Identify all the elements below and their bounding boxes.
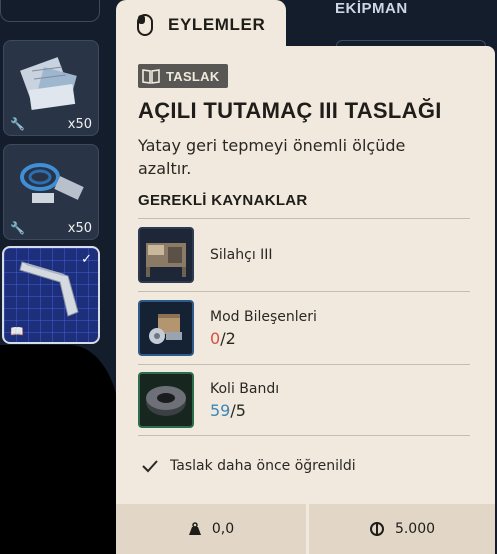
requirement-row: Silahçı III [138, 227, 470, 287]
inventory-slot[interactable]: 🔧 x50 [3, 144, 99, 240]
have-count: 0 [210, 329, 221, 348]
need-count: /2 [220, 329, 236, 348]
blueprint-book-icon: 📖 [10, 325, 24, 338]
requirement-row: Koli Bandı 59/5 [138, 372, 470, 432]
price-value: 5.000 [394, 521, 436, 537]
need-count: /5 [230, 401, 246, 420]
requirement-name: Koli Bandı [210, 381, 280, 397]
have-count: 59 [210, 401, 231, 420]
equipment-header: EKİPMAN [335, 0, 408, 17]
divider [138, 291, 470, 292]
wrench-icon: 🔧 [10, 221, 25, 235]
badge-label: TASLAK [166, 68, 220, 84]
actions-tab[interactable]: EYLEMLER [116, 0, 286, 50]
inventory-slot-selected[interactable]: ✓ 📖 [2, 246, 100, 344]
requirement-name: Silahçı III [210, 247, 273, 263]
duct-tape-icon [138, 372, 194, 428]
mod-components-icon [138, 300, 194, 356]
requirement-count: 0/2 [210, 329, 236, 348]
divider [138, 218, 470, 219]
item-title: AÇILI TUTAMAÇ III TASLAĞI [138, 98, 442, 123]
item-tooltip: TASLAK AÇILI TUTAMAÇ III TASLAĞI Yatay g… [116, 46, 495, 554]
check-icon [142, 460, 158, 473]
divider [138, 364, 470, 365]
requirement-row: Mod Bileşenleri 0/2 [138, 300, 470, 360]
learned-check-icon: ✓ [81, 252, 92, 267]
wrench-icon: 🔧 [10, 117, 25, 131]
actions-tab-label: EYLEMLER [168, 15, 266, 34]
learned-text: Taslak daha önce öğrenildi [170, 458, 356, 474]
inventory-top-slot[interactable] [0, 0, 100, 22]
workbench-icon [138, 227, 194, 283]
item-description: Yatay geri tepmeyi önemli ölçüde azaltır… [138, 136, 406, 178]
item-footer: 0,0 5.000 [116, 504, 495, 554]
slot-quantity: x50 [67, 221, 92, 236]
weight-cell: 0,0 [116, 504, 306, 554]
inventory-slot[interactable]: 🔧 x50 [3, 40, 99, 136]
requirements-title: GEREKLİ KAYNAKLAR [138, 192, 308, 209]
requirement-count: 59/5 [210, 401, 246, 420]
redacted-area [0, 345, 120, 554]
slot-quantity: x50 [67, 117, 92, 132]
weight-icon [188, 522, 201, 535]
price-cell: 5.000 [309, 504, 495, 554]
weight-value: 0,0 [211, 521, 235, 537]
divider [138, 435, 470, 436]
book-icon [142, 69, 160, 84]
learned-status: Taslak daha önce öğrenildi [142, 458, 356, 474]
requirement-name: Mod Bileşenleri [210, 309, 317, 325]
mouse-icon [137, 14, 153, 36]
blueprint-badge: TASLAK [138, 64, 228, 88]
coin-icon [369, 522, 384, 536]
